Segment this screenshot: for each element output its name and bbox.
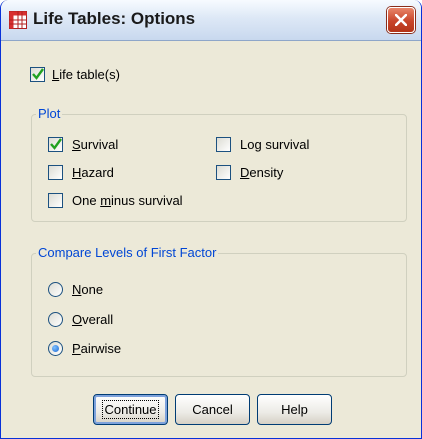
none-radio[interactable]	[48, 282, 63, 297]
log-survival-label[interactable]: Log survival	[240, 137, 309, 152]
life-tables-checkbox[interactable]	[30, 67, 45, 82]
window-title: Life Tables: Options	[33, 9, 196, 28]
cancel-button-label: Cancel	[192, 402, 233, 417]
hazard-label[interactable]: Hazard	[72, 165, 114, 180]
close-icon	[395, 14, 407, 26]
close-button[interactable]	[387, 7, 415, 33]
cancel-button[interactable]: Cancel	[175, 394, 250, 425]
dialog-body: Life table(s) Plot Survival Log survival…	[6, 41, 416, 433]
pairwise-radio[interactable]	[48, 341, 63, 356]
title-bar[interactable]: Life Tables: Options	[1, 0, 421, 41]
continue-button-label: Continue	[102, 400, 159, 419]
density-checkbox[interactable]	[216, 165, 231, 180]
compare-levels-legend: Compare Levels of First Factor	[36, 245, 219, 260]
pairwise-label[interactable]: Pairwise	[72, 341, 121, 356]
one-minus-survival-label[interactable]: One minus survival	[72, 193, 183, 208]
none-label[interactable]: None	[72, 282, 103, 297]
help-button[interactable]: Help	[257, 394, 332, 425]
hazard-checkbox[interactable]	[48, 165, 63, 180]
life-tables-options-dialog: Life Tables: Options Life table(s) Plot …	[0, 0, 422, 439]
overall-radio[interactable]	[48, 312, 63, 327]
radio-selected-dot	[52, 345, 59, 352]
log-survival-checkbox[interactable]	[216, 137, 231, 152]
help-button-label: Help	[281, 402, 308, 417]
life-tables-label[interactable]: Life table(s)	[52, 67, 120, 82]
plot-legend: Plot	[36, 106, 63, 121]
survival-label[interactable]: Survival	[72, 137, 118, 152]
checkmark-icon	[32, 68, 44, 80]
one-minus-survival-checkbox[interactable]	[48, 193, 63, 208]
density-label[interactable]: Density	[240, 165, 283, 180]
table-icon	[9, 11, 27, 29]
overall-label[interactable]: Overall	[72, 312, 113, 327]
checkmark-icon	[50, 138, 62, 150]
continue-button[interactable]: Continue	[93, 394, 168, 425]
survival-checkbox[interactable]	[48, 137, 63, 152]
